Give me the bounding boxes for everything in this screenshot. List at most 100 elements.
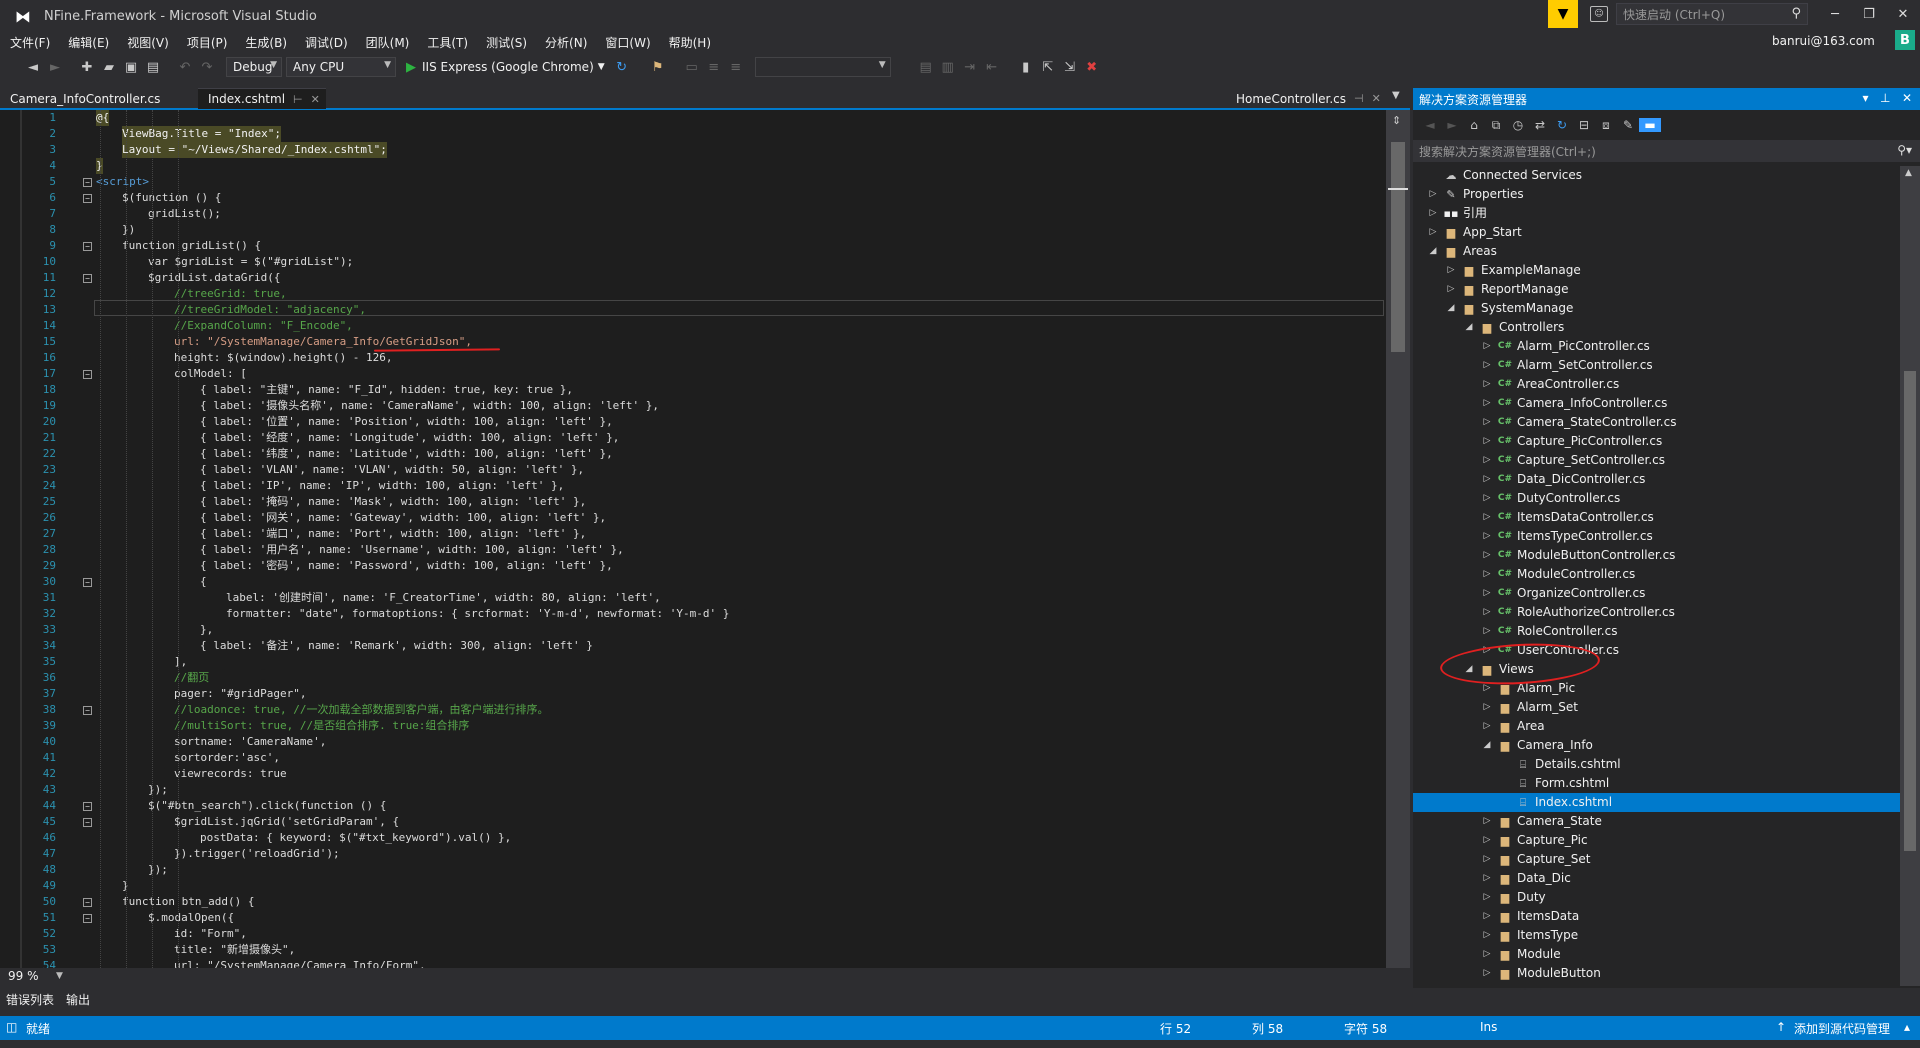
- expanded-icon[interactable]: ◢: [1427, 242, 1439, 261]
- add-to-source-control[interactable]: 添加到源代码管理: [1794, 1020, 1890, 1037]
- menu-debug[interactable]: 调试(D): [295, 34, 356, 51]
- tab-home-controller[interactable]: HomeController.cs ⊣ ✕: [1226, 88, 1386, 109]
- solution-platform-select[interactable]: Any CPU ▼: [286, 57, 396, 77]
- tree-item[interactable]: ▷ C# RoleController.cs: [1413, 622, 1900, 641]
- tab-index-cshtml[interactable]: Index.cshtml ⊢ ✕: [198, 88, 326, 109]
- collapsed-icon[interactable]: ▷: [1481, 489, 1493, 508]
- collapsed-icon[interactable]: ▷: [1481, 451, 1493, 470]
- dropdown-icon[interactable]: ▾: [1863, 91, 1869, 105]
- tree-item[interactable]: ▷ ▆ Capture_Set: [1413, 850, 1900, 869]
- scroll-thumb[interactable]: [1904, 371, 1916, 851]
- collapsed-icon[interactable]: ▷: [1427, 204, 1439, 223]
- properties-icon[interactable]: ✎: [1617, 118, 1639, 132]
- collapse-icon[interactable]: −: [83, 898, 92, 907]
- collapsed-icon[interactable]: ▷: [1481, 869, 1493, 888]
- chevron-down-icon[interactable]: ▼: [56, 971, 63, 981]
- tree-item[interactable]: ◢ ▆ Camera_Info: [1413, 736, 1900, 755]
- editor-vertical-scrollbar[interactable]: ⇕: [1386, 110, 1410, 968]
- collapsed-icon[interactable]: ▷: [1481, 432, 1493, 451]
- menu-project[interactable]: 项目(P): [177, 34, 236, 51]
- collapsed-icon[interactable]: ▷: [1481, 394, 1493, 413]
- uncomment-icon[interactable]: ▥: [937, 60, 959, 75]
- collapse-icon[interactable]: −: [83, 818, 92, 827]
- show-all-files-icon[interactable]: ⧈: [1595, 118, 1617, 133]
- redo-icon[interactable]: ↷: [196, 60, 218, 75]
- tree-item[interactable]: ▷ ▆ ItemsType: [1413, 926, 1900, 945]
- avatar[interactable]: B: [1895, 30, 1915, 50]
- menu-build[interactable]: 生成(B): [235, 34, 295, 51]
- tree-item[interactable]: ▷ C# RoleAuthorizeController.cs: [1413, 603, 1900, 622]
- preview-icon[interactable]: ▬: [1639, 118, 1661, 132]
- tree-item[interactable]: ▷ C# ModuleController.cs: [1413, 565, 1900, 584]
- collapsed-icon[interactable]: ▷: [1481, 413, 1493, 432]
- menu-tools[interactable]: 工具(T): [417, 34, 476, 51]
- back-icon[interactable]: ◄: [22, 60, 44, 75]
- collapsed-icon[interactable]: ▷: [1481, 698, 1493, 717]
- tab-output[interactable]: 输出: [60, 991, 96, 1008]
- zoom-level[interactable]: 99 %: [8, 969, 39, 983]
- solution-explorer-search[interactable]: 搜索解决方案资源管理器(Ctrl+;) ⚲▾: [1413, 140, 1920, 162]
- collapsed-icon[interactable]: ▷: [1445, 280, 1457, 299]
- restore-button[interactable]: ❐: [1852, 0, 1886, 28]
- collapse-all-icon[interactable]: ⊟: [1573, 118, 1595, 132]
- tree-item[interactable]: ▷ ▆ ExampleManage: [1413, 261, 1900, 280]
- menu-team[interactable]: 团队(M): [356, 34, 418, 51]
- forward-icon[interactable]: ►: [44, 60, 66, 75]
- step-over-icon[interactable]: ≡: [703, 60, 725, 75]
- back-icon[interactable]: ◄: [1419, 118, 1441, 132]
- collapsed-icon[interactable]: ▷: [1481, 831, 1493, 850]
- start-debugging-button[interactable]: ▶ IIS Express (Google Chrome) ▼: [406, 60, 605, 75]
- feedback-icon[interactable]: ☺: [1590, 6, 1608, 22]
- forward-icon[interactable]: ►: [1441, 118, 1463, 132]
- pin-icon[interactable]: ⊢: [293, 93, 303, 106]
- collapse-icon[interactable]: −: [83, 578, 92, 587]
- tree-item[interactable]: ▷ C# ItemsTypeController.cs: [1413, 527, 1900, 546]
- tab-overflow-icon[interactable]: ▼: [1392, 90, 1400, 101]
- collapse-icon[interactable]: −: [83, 194, 92, 203]
- prev-bookmark-icon[interactable]: ⇱: [1037, 60, 1059, 75]
- close-icon[interactable]: ✕: [1902, 91, 1912, 105]
- close-icon[interactable]: ✕: [1372, 92, 1381, 105]
- browser-link-icon[interactable]: ⚑: [647, 60, 669, 75]
- tree-item[interactable]: ▷ C# Camera_StateController.cs: [1413, 413, 1900, 432]
- collapse-icon[interactable]: −: [83, 802, 92, 811]
- collapsed-icon[interactable]: ▷: [1481, 565, 1493, 584]
- menu-window[interactable]: 窗口(W): [595, 34, 658, 51]
- tab-camera-info-controller[interactable]: Camera_InfoController.cs: [0, 88, 198, 109]
- tree-item[interactable]: ▷ ▆ ItemsData: [1413, 907, 1900, 926]
- tree-item[interactable]: ▷ ▆ ReportManage: [1413, 280, 1900, 299]
- tree-item[interactable]: ▷ ▆ Module: [1413, 945, 1900, 964]
- collapse-icon[interactable]: −: [83, 914, 92, 923]
- collapse-icon[interactable]: −: [83, 370, 92, 379]
- tree-item[interactable]: ▷ C# AreaController.cs: [1413, 375, 1900, 394]
- collapsed-icon[interactable]: ▷: [1481, 622, 1493, 641]
- collapse-icon[interactable]: −: [83, 274, 92, 283]
- collapsed-icon[interactable]: ▷: [1481, 508, 1493, 527]
- tree-item[interactable]: ▷ C# OrganizeController.cs: [1413, 584, 1900, 603]
- tree-item[interactable]: ▷ ▆ Area: [1413, 717, 1900, 736]
- collapsed-icon[interactable]: ▷: [1427, 185, 1439, 204]
- tree-item[interactable]: ▷ C# Camera_InfoController.cs: [1413, 394, 1900, 413]
- save-icon[interactable]: ▣: [120, 60, 142, 75]
- menu-view[interactable]: 视图(V): [117, 34, 177, 51]
- tree-item[interactable]: ▷ C# DutyController.cs: [1413, 489, 1900, 508]
- tree-item[interactable]: ◢ ▆ SystemManage: [1413, 299, 1900, 318]
- tree-item[interactable]: ⌸ Details.cshtml: [1413, 755, 1900, 774]
- expanded-icon[interactable]: ◢: [1481, 736, 1493, 755]
- collapsed-icon[interactable]: ▷: [1481, 337, 1493, 356]
- comment-icon[interactable]: ▤: [915, 60, 937, 75]
- tree-item[interactable]: ▷ ▪▪ 引用: [1413, 204, 1900, 223]
- solution-explorer-scrollbar[interactable]: ▲: [1900, 166, 1920, 986]
- collapsed-icon[interactable]: ▷: [1481, 375, 1493, 394]
- find-combo[interactable]: ▼: [754, 57, 891, 77]
- menu-help[interactable]: 帮助(H): [659, 34, 719, 51]
- expanded-icon[interactable]: ◢: [1445, 299, 1457, 318]
- collapsed-icon[interactable]: ▷: [1481, 964, 1493, 983]
- step-icon[interactable]: ▭: [681, 60, 703, 75]
- split-icon[interactable]: ⇕: [1392, 114, 1401, 127]
- collapsed-icon[interactable]: ▷: [1481, 717, 1493, 736]
- collapse-icon[interactable]: −: [83, 242, 92, 251]
- tree-item[interactable]: ⌸ Index.cshtml: [1413, 793, 1900, 812]
- new-project-icon[interactable]: ✚: [76, 60, 98, 75]
- pin-icon[interactable]: ⊣: [1354, 92, 1364, 105]
